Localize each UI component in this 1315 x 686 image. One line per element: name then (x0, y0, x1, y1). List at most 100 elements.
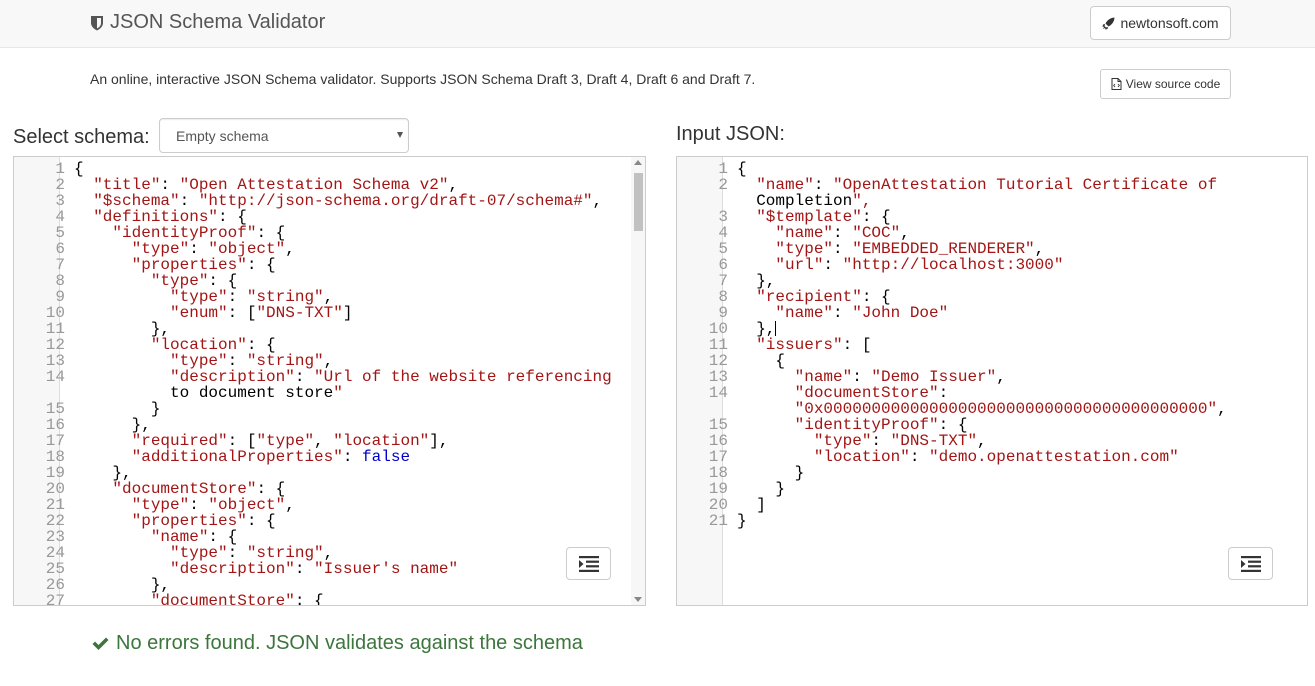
code-line[interactable]: "title": "Open Attestation Schema v2", (74, 177, 458, 193)
brand[interactable]: JSON Schema Validator (90, 11, 325, 34)
code-line[interactable]: }, (737, 321, 777, 337)
code-line[interactable]: "identityProof": { (74, 225, 285, 241)
code-line[interactable]: "description": "Issuer's name" (74, 561, 458, 577)
line-number: 18 (708, 464, 728, 482)
code-line[interactable]: "documentStore": { (74, 593, 324, 605)
validation-status: No errors found. JSON validates against … (91, 632, 583, 655)
code-line[interactable]: "name": "Demo Issuer", (737, 369, 1006, 385)
scroll-down-icon[interactable] (634, 597, 642, 602)
check-icon (92, 637, 109, 650)
code-line[interactable]: "url": "http://localhost:3000" (737, 257, 1063, 273)
code-line[interactable]: "definitions": { (74, 209, 247, 225)
schema-editor[interactable]: 1 {2 "title": "Open Attestation Schema v2… (13, 156, 646, 606)
line-number: 6 (55, 240, 65, 258)
line-number: 17 (45, 432, 65, 450)
code-line[interactable]: "identityProof": { (737, 417, 968, 433)
line-number: 3 (55, 192, 65, 210)
code-line[interactable]: "type": "object", (74, 497, 295, 513)
line-number: 4 (718, 224, 728, 242)
line-number: 20 (708, 496, 728, 514)
code-line[interactable]: }, (74, 577, 170, 593)
schema-editor-scrollbar[interactable] (631, 157, 645, 605)
scroll-thumb[interactable] (634, 173, 643, 231)
code-line[interactable]: "enum": ["DNS-TXT"] (74, 305, 352, 321)
code-line[interactable]: { (737, 161, 747, 177)
view-source-button[interactable]: View source code (1100, 69, 1231, 99)
code-line[interactable]: "$template": { (737, 209, 890, 225)
line-number: 12 (45, 336, 65, 354)
code-line[interactable]: "properties": { (74, 513, 276, 529)
line-number: 22 (45, 512, 65, 530)
code-line[interactable]: "name": "John Doe" (737, 305, 948, 321)
code-line[interactable]: "name": "OpenAttestation Tutorial Certif… (737, 177, 1217, 193)
line-number: 14 (45, 368, 65, 386)
validation-message: No errors found. JSON validates against … (116, 632, 583, 654)
code-line[interactable]: } (74, 401, 161, 417)
schema-select[interactable]: Empty schema (159, 118, 409, 153)
line-number: 8 (55, 272, 65, 290)
line-number: 5 (718, 240, 728, 258)
line-number: 2 (55, 176, 65, 194)
json-format-button[interactable] (1228, 547, 1273, 580)
code-line[interactable]: { (74, 161, 84, 177)
line-number: 10 (45, 304, 65, 322)
code-line[interactable]: "type": "string", (74, 289, 333, 305)
code-line[interactable]: } (737, 465, 805, 481)
code-line[interactable]: "type": { (74, 273, 237, 289)
line-number (677, 193, 728, 209)
code-line[interactable]: "properties": { (74, 257, 276, 273)
newtonsoft-link-label: newtonsoft.com (1120, 15, 1219, 31)
code-line[interactable]: "additionalProperties": false (74, 449, 410, 465)
code-line[interactable]: Completion", (737, 193, 871, 209)
code-line[interactable]: }, (74, 465, 131, 481)
input-json-label: Input JSON: (676, 123, 785, 145)
code-line[interactable]: "issuers": [ (737, 337, 871, 353)
code-line[interactable]: "description": "Url of the website refer… (74, 369, 612, 385)
line-number: 25 (45, 560, 65, 578)
line-number: 13 (45, 352, 65, 370)
newtonsoft-link-button[interactable]: newtonsoft.com (1090, 6, 1231, 40)
line-number: 15 (45, 400, 65, 418)
schema-format-button[interactable] (566, 547, 611, 580)
code-line[interactable]: "documentStore": (737, 385, 949, 401)
code-line[interactable]: "name": { (74, 529, 237, 545)
chevron-down-icon (397, 132, 403, 138)
line-number: 26 (45, 576, 65, 594)
code-line[interactable]: ] (737, 497, 766, 513)
scroll-up-icon[interactable] (634, 160, 642, 165)
code-line[interactable]: "name": "COC", (737, 225, 909, 241)
code-line[interactable]: "$schema": "http://json-schema.org/draft… (74, 193, 602, 209)
json-editor[interactable]: 1 {2 "name": "OpenAttestation Tutorial Ce… (676, 156, 1308, 606)
code-line[interactable]: "type": "DNS-TXT", (737, 433, 987, 449)
line-number (14, 385, 65, 401)
code-line[interactable]: "type": "EMBEDDED_RENDERER", (737, 241, 1044, 257)
indent-icon (1240, 555, 1261, 572)
code-line[interactable]: }, (737, 273, 775, 289)
line-number: 27 (45, 592, 65, 606)
line-number: 1 (55, 160, 65, 178)
code-line[interactable]: } (737, 513, 747, 529)
code-line[interactable]: "documentStore": { (74, 481, 285, 497)
file-code-icon (1111, 78, 1122, 90)
code-line[interactable]: } (737, 481, 785, 497)
code-line[interactable]: "location": { (74, 337, 276, 353)
code-line[interactable]: "required": ["type", "location"], (74, 433, 449, 449)
line-number: 11 (45, 320, 65, 338)
line-number: 2 (718, 176, 728, 194)
code-line[interactable]: "type": "object", (74, 241, 295, 257)
line-number: 6 (718, 256, 728, 274)
code-line[interactable]: }, (74, 321, 170, 337)
code-line[interactable]: }, (74, 417, 151, 433)
line-number: 1 (718, 160, 728, 178)
code-line[interactable]: "type": "string", (74, 545, 333, 561)
code-line[interactable]: "location": "demo.openattestation.com" (737, 449, 1179, 465)
line-number: 13 (708, 368, 728, 386)
code-line[interactable]: "recipient": { (737, 289, 890, 305)
schema-select-value: Empty schema (176, 128, 269, 144)
code-line[interactable]: "type": "string", (74, 353, 333, 369)
code-line[interactable]: to document store" (74, 385, 343, 401)
code-line[interactable]: { (737, 353, 785, 369)
line-number: 5 (55, 224, 65, 242)
code-line[interactable]: "0x0000000000000000000000000000000000000… (737, 401, 1227, 417)
line-number: 8 (718, 288, 728, 306)
